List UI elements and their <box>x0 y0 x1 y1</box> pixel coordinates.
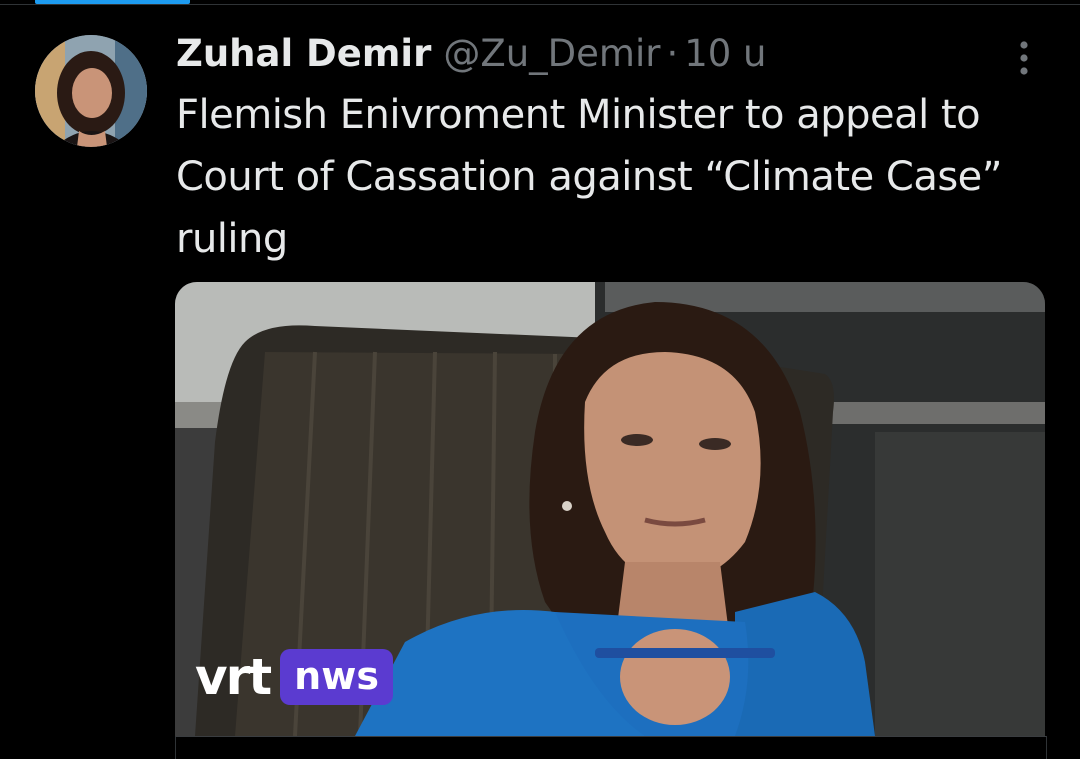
more-options-button[interactable] <box>1004 38 1044 78</box>
author-handle[interactable]: @Zu_Demir <box>443 30 660 78</box>
top-divider <box>0 4 1080 5</box>
tweet-header: Zuhal Demir @Zu_Demir · 10 u <box>176 30 767 78</box>
vertical-ellipsis-icon <box>1020 41 1028 75</box>
logo-word: vrt <box>195 648 272 706</box>
header-separator: · <box>666 32 679 75</box>
vrt-nws-logo: vrt nws <box>195 648 393 706</box>
avatar-image <box>35 35 147 147</box>
author-name[interactable]: Zuhal Demir <box>176 30 431 78</box>
logo-badge: nws <box>280 649 393 705</box>
tweet-view: Zuhal Demir @Zu_Demir · 10 u Flemish Eni… <box>0 0 1080 759</box>
tweet-text: Flemish Enivroment Minister to appeal to… <box>176 92 1003 262</box>
tweet-timestamp[interactable]: 10 u <box>684 30 766 78</box>
link-card-footer[interactable] <box>175 736 1047 759</box>
author-avatar[interactable] <box>35 35 147 147</box>
